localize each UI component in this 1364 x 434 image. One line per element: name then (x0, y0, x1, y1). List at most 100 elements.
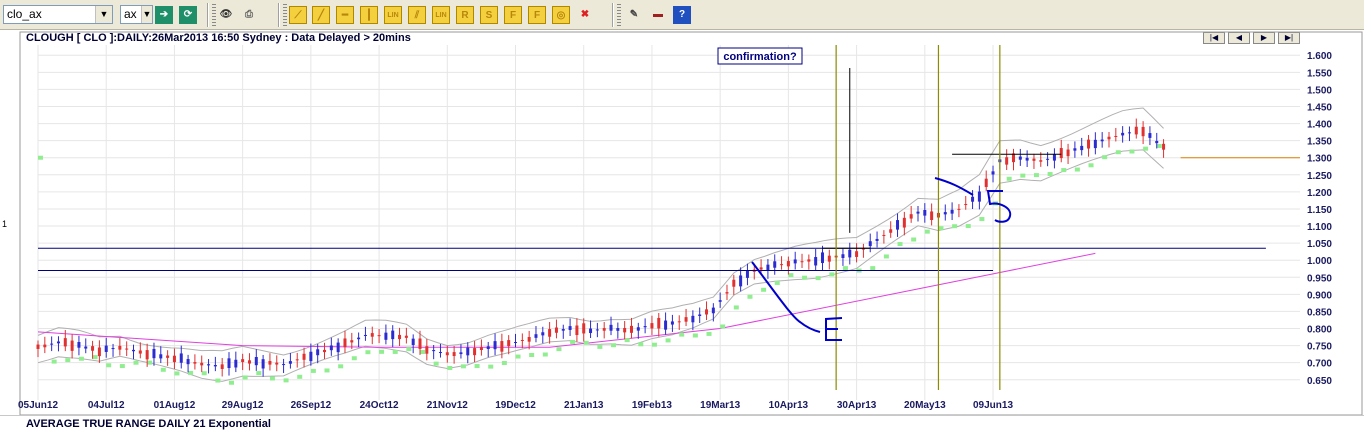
y-tick-label: 1.300 (1307, 154, 1332, 165)
retracement-icon[interactable]: R (456, 6, 474, 24)
candle-body (820, 252, 824, 264)
channel-tool-icon[interactable]: ⫽ (408, 6, 426, 24)
label-lin-icon[interactable]: LIN (384, 6, 402, 24)
toolbar-grip[interactable] (283, 4, 287, 26)
support-marker (788, 273, 794, 278)
candle-body (1162, 143, 1166, 150)
x-tick-label: 29Aug12 (222, 400, 264, 411)
candle-body (957, 208, 961, 210)
candle-body (125, 348, 129, 350)
candle-body (43, 344, 47, 348)
candle-body (909, 214, 913, 219)
candle-body (786, 261, 790, 267)
candle-body (698, 314, 702, 316)
candle-body (773, 261, 777, 268)
chevron-down-icon[interactable]: ▼ (95, 6, 112, 23)
candle-body (445, 352, 449, 356)
x-tick-label: 21Jan13 (564, 400, 604, 411)
candle-body (1059, 148, 1063, 159)
delete-icon[interactable]: ✖ (576, 6, 594, 24)
candle-body (302, 353, 306, 360)
candle-body (179, 353, 183, 363)
x-tick-label: 01Aug12 (154, 400, 196, 411)
toolbar-grip[interactable] (212, 4, 216, 26)
support-marker (1020, 173, 1026, 178)
support-marker (256, 371, 262, 376)
candle-body (370, 333, 374, 337)
cycle-tool-icon[interactable]: ◎ (552, 6, 570, 24)
candle-body (159, 354, 163, 359)
candle-body (725, 292, 729, 294)
tools-icon[interactable]: ✎ (625, 6, 643, 24)
line-tool-icon[interactable]: ╱ (312, 6, 330, 24)
support-marker (733, 305, 739, 310)
candle-body (193, 362, 197, 364)
candle-body (500, 341, 504, 352)
candle-body (152, 348, 156, 359)
indicator-label: AVERAGE TRUE RANGE DAILY 21 Exponential (26, 418, 271, 430)
candle-body (1141, 126, 1145, 137)
support-marker (1156, 143, 1162, 148)
trend-tool-icon[interactable]: ⟋ (289, 6, 307, 24)
candle-body (718, 300, 722, 302)
price-chart[interactable]: 1.600 1.550 1.500 1.450 1.400 1.350 1.300 1.250… (0, 30, 1364, 415)
candle-body (950, 209, 954, 214)
support-marker (679, 332, 685, 337)
x-tick-label: 21Nov12 (427, 400, 469, 411)
candle-body (91, 346, 95, 351)
candle-body (868, 241, 872, 247)
x-tick-label: 26Sep12 (291, 400, 332, 411)
refresh-icon[interactable]: ⟳ (179, 6, 197, 24)
support-marker (1047, 172, 1053, 177)
vertical-line-icon[interactable]: ┃ (360, 6, 378, 24)
symbol-combo[interactable]: clo_ax ▼ (3, 5, 113, 24)
support-marker (624, 338, 630, 343)
support-marker (924, 229, 930, 234)
y-tick-label: 1.050 (1307, 239, 1332, 250)
label-lin2-icon[interactable]: LIN (432, 6, 450, 24)
exchange-combo[interactable]: ax ▼ (120, 5, 153, 24)
fx-tool-icon[interactable]: F (528, 6, 546, 24)
candle-body (977, 191, 981, 202)
book-icon[interactable]: ▬ (649, 6, 667, 24)
horizontal-line-icon[interactable]: ━ (336, 6, 354, 24)
help-icon[interactable]: ? (673, 6, 691, 24)
support-marker (542, 352, 548, 357)
candle-body (132, 349, 136, 352)
binoculars-icon[interactable]: 👁 (217, 6, 235, 24)
support-marker (515, 354, 521, 359)
support-marker (51, 359, 57, 364)
candle-body (1134, 126, 1138, 135)
chevron-down-icon[interactable]: ▼ (141, 6, 152, 23)
support-marker (269, 376, 275, 381)
x-tick-label: 19Mar13 (700, 400, 740, 411)
candle-body (609, 324, 613, 331)
support-marker (447, 366, 453, 371)
support-marker (174, 371, 180, 376)
candle-body (486, 346, 490, 350)
candle-body (329, 345, 333, 351)
go-icon[interactable]: ➔ (155, 6, 173, 24)
candle-body (1032, 158, 1036, 161)
candle-body (902, 217, 906, 228)
print-icon[interactable]: ⎙ (240, 6, 258, 24)
candle-body (466, 347, 470, 356)
toolbar-grip[interactable] (617, 4, 621, 26)
candle-body (363, 334, 367, 336)
candle-body (418, 338, 422, 349)
candle-body (172, 355, 176, 363)
f-tool-icon[interactable]: F (504, 6, 522, 24)
confirmation-label: confirmation? (723, 51, 797, 63)
candle-body (507, 340, 511, 347)
candle-body (145, 350, 149, 360)
support-marker (761, 287, 767, 292)
support-marker (324, 368, 330, 373)
candle-body (650, 323, 654, 329)
s-tool-icon[interactable]: S (480, 6, 498, 24)
x-tick-label: 19Feb13 (632, 400, 672, 411)
support-marker (706, 331, 712, 336)
candle-body (705, 309, 709, 315)
candle-body (889, 229, 893, 233)
x-tick-label: 20May13 (904, 400, 946, 411)
candle-body (548, 329, 552, 337)
